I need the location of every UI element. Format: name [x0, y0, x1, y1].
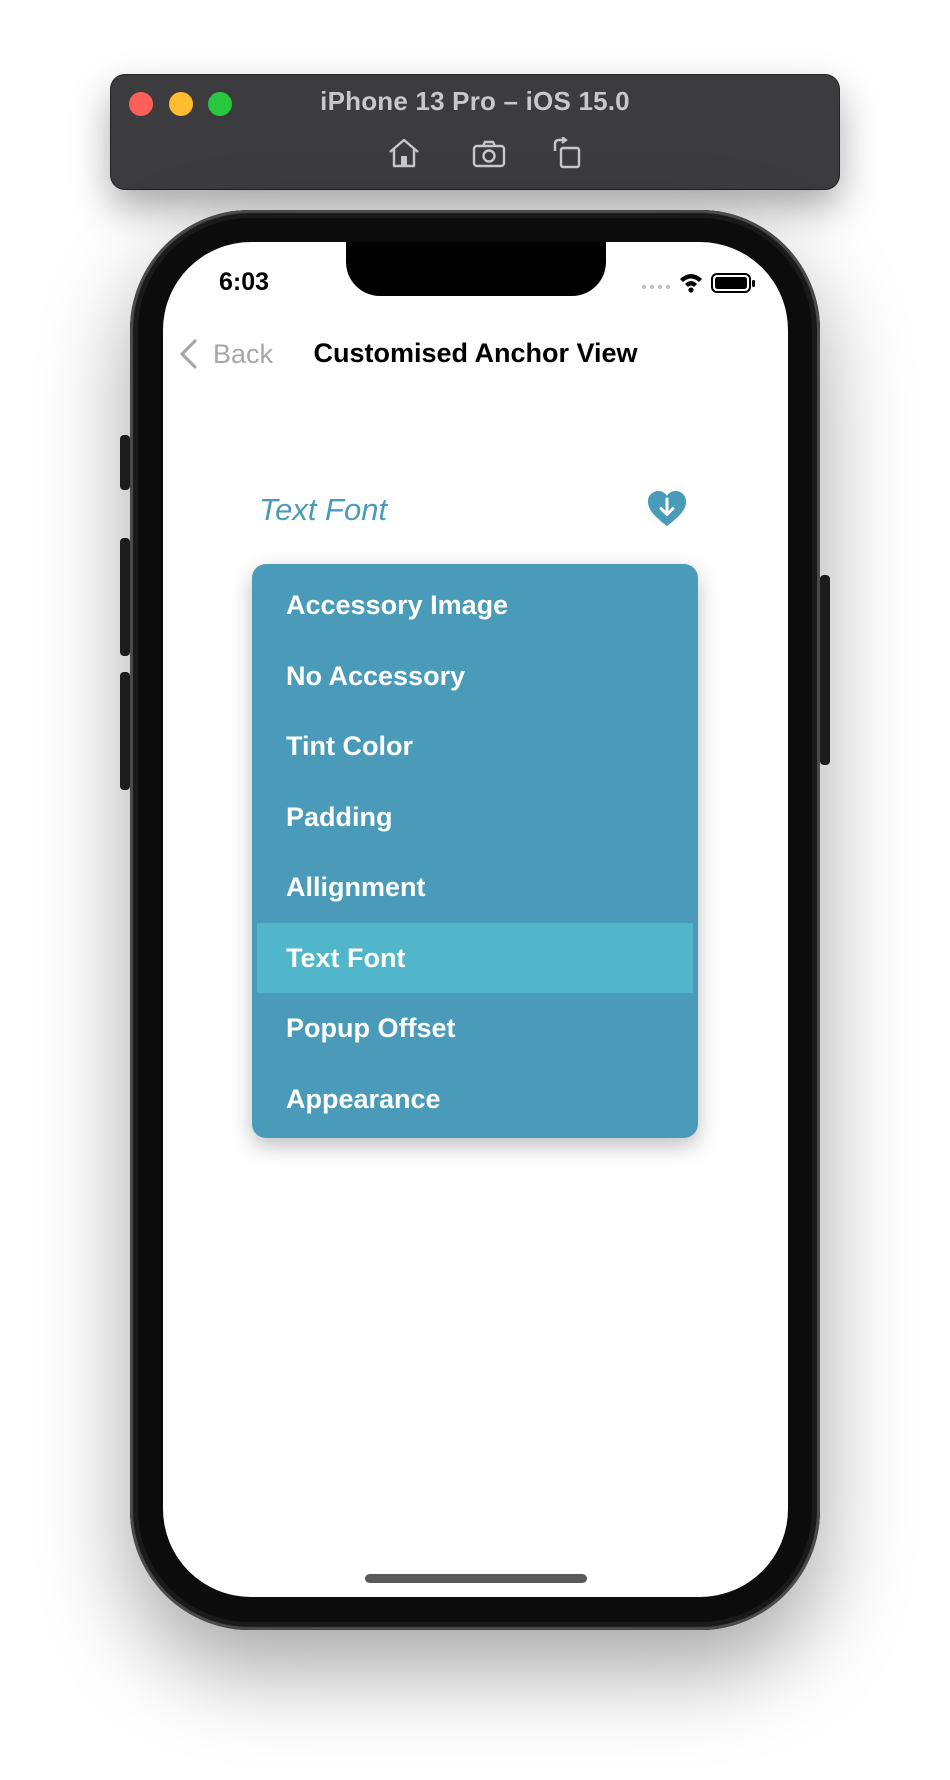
power-button	[820, 575, 830, 765]
battery-icon	[711, 273, 755, 293]
status-icons	[640, 270, 758, 294]
status-time: 6:03	[219, 268, 270, 296]
notch	[346, 242, 606, 296]
menu-item-popup-offset[interactable]: Popup Offset	[257, 993, 693, 1064]
menu-item-appearance[interactable]: Appearance	[257, 1064, 693, 1135]
screenshot-icon[interactable]	[471, 137, 507, 169]
dropdown-menu: Accessory Image No Accessory Tint Color Pad…	[252, 564, 698, 1138]
home-indicator[interactable]	[365, 1574, 587, 1583]
home-icon[interactable]	[386, 137, 422, 169]
menu-item-padding[interactable]: Padding	[257, 782, 693, 853]
heart-arrow-down-icon	[648, 491, 686, 526]
anchor-label: Text Font	[259, 492, 388, 527]
page-title: Customised Anchor View	[313, 338, 638, 368]
menu-item-allignment[interactable]: Allignment	[257, 852, 693, 923]
menu-item-text-font[interactable]: Text Font	[257, 922, 693, 993]
volume-down-button	[120, 672, 130, 790]
rotate-icon[interactable]	[549, 136, 585, 169]
silent-switch	[120, 435, 130, 490]
phone-screen: 6:03 Back Customised Anchor View Text Fo…	[163, 242, 788, 1597]
menu-item-no-accessory[interactable]: No Accessory	[257, 641, 693, 712]
signal-dots-icon	[641, 284, 671, 290]
menu-item-tint-color[interactable]: Tint Color	[257, 711, 693, 782]
menu-item-accessory-image[interactable]: Accessory Image	[257, 570, 693, 641]
anchor-view[interactable]: Text Font	[259, 484, 687, 538]
simulator-title: iPhone 13 Pro – iOS 15.0	[320, 86, 630, 116]
wifi-icon	[680, 274, 702, 293]
volume-up-button	[120, 538, 130, 656]
